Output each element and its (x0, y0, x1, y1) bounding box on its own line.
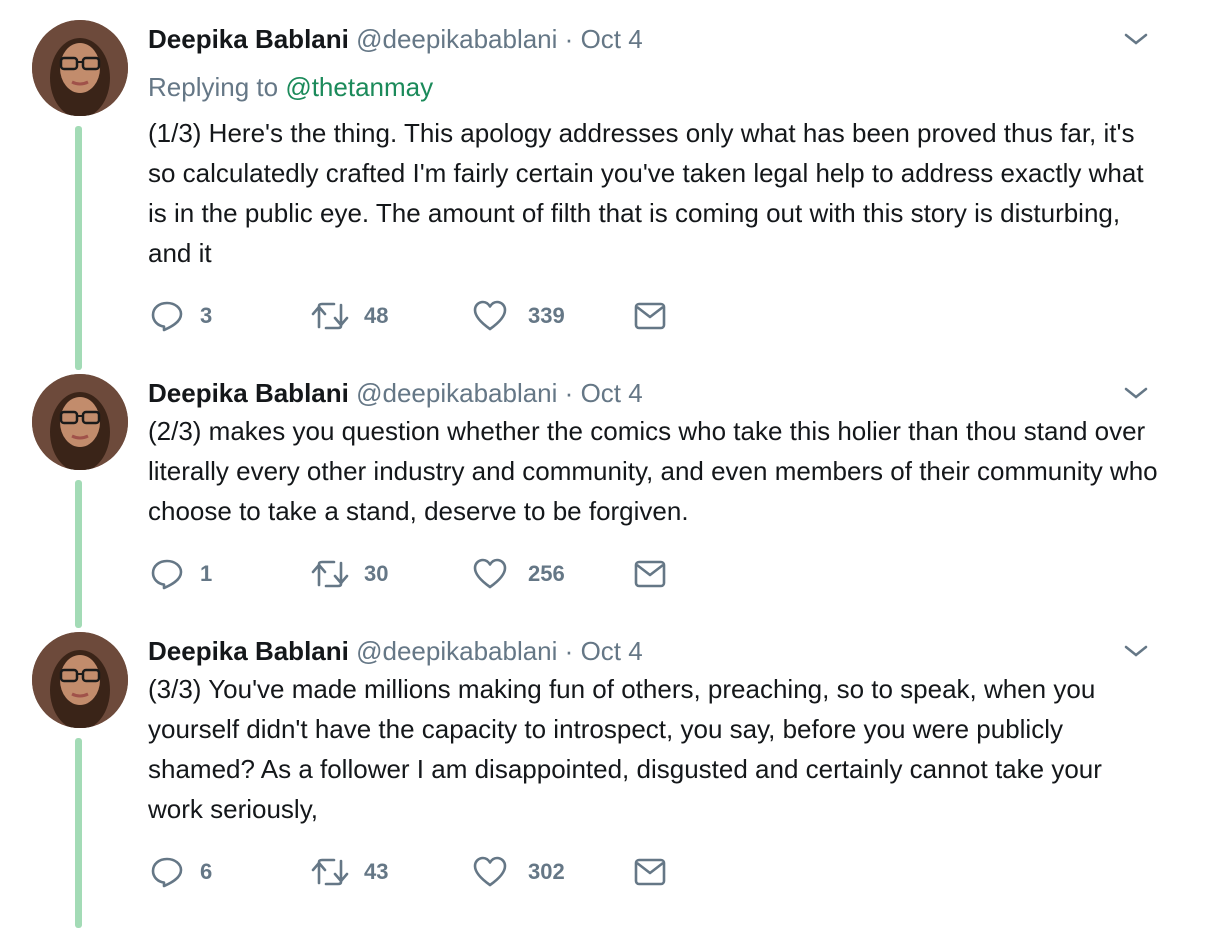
avatar[interactable] (32, 20, 128, 116)
message-button[interactable] (634, 556, 666, 592)
reply-icon (151, 857, 183, 888)
mention-link[interactable]: @thetanmay (285, 72, 433, 102)
retweet-count: 30 (364, 561, 389, 586)
avatar[interactable] (32, 632, 128, 728)
retweet-button[interactable]: 43 (310, 854, 388, 890)
retweet-count: 48 (364, 303, 389, 328)
thread-line (75, 480, 82, 628)
author-handle[interactable]: @deepikabablani (356, 378, 557, 408)
tweet-text: (2/3) makes you question whether the com… (148, 416, 1158, 526)
retweet-count: 43 (364, 859, 389, 884)
author-name[interactable]: Deepika Bablani (148, 24, 349, 54)
tweet-date[interactable]: Oct 4 (581, 24, 643, 54)
like-button[interactable]: 256 (472, 556, 565, 592)
like-count: 256 (528, 561, 565, 586)
tweet-header: Deepika Bablani @deepikabablani · Oct 4 (148, 636, 643, 666)
message-icon (634, 560, 666, 588)
like-button[interactable]: 339 (472, 298, 565, 334)
retweet-icon (311, 560, 349, 588)
avatar-image (32, 20, 128, 116)
like-icon (473, 558, 507, 589)
reply-count: 1 (200, 561, 213, 586)
retweet-button[interactable]: 48 (310, 298, 388, 334)
message-button[interactable] (634, 854, 666, 890)
message-icon (634, 858, 666, 886)
avatar-image (32, 632, 128, 728)
like-button[interactable]: 302 (472, 854, 565, 890)
like-count: 302 (528, 859, 565, 884)
chevron-down-icon[interactable] (1122, 384, 1150, 402)
chevron-down-icon[interactable] (1122, 30, 1150, 48)
separator-dot: · (564, 636, 574, 666)
avatar[interactable] (32, 374, 128, 470)
thread-line (75, 738, 82, 928)
separator-dot: · (564, 24, 574, 54)
message-button[interactable] (634, 298, 666, 334)
author-handle[interactable]: @deepikabablani (356, 24, 557, 54)
thread-line (75, 126, 82, 370)
retweet-button[interactable]: 30 (310, 556, 388, 592)
avatar-image (32, 374, 128, 470)
retweet-icon (311, 302, 349, 330)
reply-icon (151, 301, 183, 332)
like-icon (473, 856, 507, 887)
tweet-date[interactable]: Oct 4 (581, 378, 643, 408)
author-name[interactable]: Deepika Bablani (148, 636, 349, 666)
tweet-header: Deepika Bablani @deepikabablani · Oct 4 (148, 24, 643, 54)
reply-button[interactable]: 6 (150, 854, 212, 890)
replying-to-label: Replying to (148, 72, 279, 102)
like-count: 339 (528, 303, 565, 328)
replying-to: Replying to @thetanmay (148, 72, 433, 102)
chevron-down-icon[interactable] (1122, 642, 1150, 660)
reply-count: 3 (200, 303, 213, 328)
author-name[interactable]: Deepika Bablani (148, 378, 349, 408)
message-icon (634, 302, 666, 330)
tweet-text: (1/3) Here's the thing. This apology add… (148, 118, 1144, 268)
tweet-text: (3/3) You've made millions making fun of… (148, 674, 1102, 824)
like-icon (473, 300, 507, 331)
reply-icon (151, 559, 183, 590)
reply-button[interactable]: 3 (150, 298, 212, 334)
retweet-icon (311, 858, 349, 886)
reply-button[interactable]: 1 (150, 556, 212, 592)
tweet-header: Deepika Bablani @deepikabablani · Oct 4 (148, 378, 643, 408)
reply-count: 6 (200, 859, 213, 884)
author-handle[interactable]: @deepikabablani (356, 636, 557, 666)
separator-dot: · (564, 378, 574, 408)
tweet-date[interactable]: Oct 4 (581, 636, 643, 666)
